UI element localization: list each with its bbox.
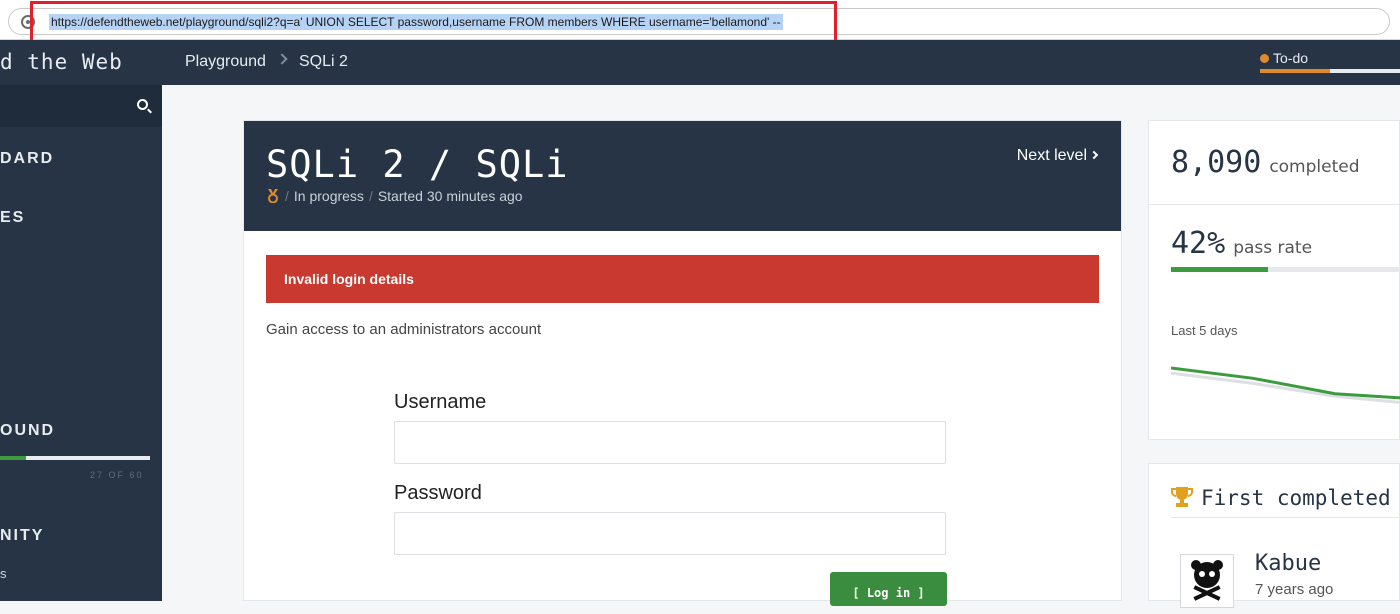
completion-sparkline <box>1171 366 1400 404</box>
error-alert-text: Invalid login details <box>284 271 414 287</box>
skull-avatar-icon <box>1191 560 1223 601</box>
error-alert: Invalid login details <box>266 255 1099 303</box>
pass-rate-bar <box>1171 267 1400 272</box>
trophy-icon <box>1171 487 1193 507</box>
stats-divider <box>1149 204 1400 205</box>
todo-label: To-do <box>1273 50 1309 66</box>
pass-rate-stat: 42% pass rate <box>1171 226 1312 261</box>
search-icon[interactable] <box>137 99 148 110</box>
breadcrumb-current: SQLi 2 <box>299 53 348 70</box>
first-completed-username[interactable]: Kabue <box>1255 551 1321 576</box>
sidebar-link[interactable]: s <box>0 566 7 581</box>
status-text: In progress <box>293 188 364 204</box>
pass-rate-value: 42% <box>1171 226 1226 261</box>
challenge-description: Gain access to an administrators account <box>266 321 542 338</box>
password-field[interactable] <box>394 512 946 555</box>
url-highlight-annotation <box>30 1 837 45</box>
username-label: Username <box>394 391 487 413</box>
completed-label: completed <box>1269 157 1360 177</box>
breadcrumb-playground[interactable]: Playground <box>185 53 266 71</box>
challenge-card: SQLi 2 / SQLi / In progress / Started 30 mi… <box>243 120 1122 606</box>
sidebar-item-articles[interactable]: ES <box>0 209 25 227</box>
username-field[interactable] <box>394 421 946 464</box>
todo-progress-bar <box>1260 69 1400 73</box>
status-separator: / <box>285 188 289 204</box>
playground-progress-bar <box>0 456 150 460</box>
todo-tab[interactable]: To-do <box>1260 50 1308 66</box>
pass-rate-fill <box>1171 267 1268 272</box>
sidebar-item-playground[interactable]: OUND <box>0 422 55 440</box>
todo-progress-fill <box>1260 69 1330 73</box>
avatar[interactable] <box>1180 554 1234 608</box>
sparkline-label: Last 5 days <box>1171 323 1238 338</box>
stats-card: 8,090 completed 42% pass rate Last 5 days <box>1148 120 1400 440</box>
playground-progress-label: 27 OF 60 <box>90 470 144 480</box>
todo-dot-icon <box>1260 54 1269 63</box>
page-title: SQLi 2 / SQLi <box>266 143 569 186</box>
challenge-status: / In progress / Started 30 minutes ago <box>266 188 523 204</box>
first-completed-title: First completed <box>1171 486 1391 510</box>
breadcrumb-chevron-icon <box>276 53 288 65</box>
first-completed-time: 7 years ago <box>1255 581 1334 598</box>
first-completed-divider <box>1171 517 1400 518</box>
sparkline-series-1 <box>1171 366 1400 400</box>
sparkline-series-0 <box>1171 371 1400 404</box>
password-label: Password <box>394 482 482 504</box>
medal-icon <box>268 189 278 203</box>
challenge-header: SQLi 2 / SQLi / In progress / Started 30 mi… <box>244 121 1121 231</box>
completed-count: 8,090 <box>1171 145 1262 180</box>
status-separator: / <box>368 188 373 204</box>
top-navigation: Playground SQLi 2 To-do <box>162 40 1400 85</box>
chevron-right-icon <box>1089 150 1099 160</box>
sidebar-search[interactable] <box>0 85 162 127</box>
sidebar-item-community[interactable]: NITY <box>0 527 44 545</box>
first-completed-label: First completed <box>1201 486 1391 510</box>
next-level-link[interactable]: Next level <box>1016 147 1099 165</box>
site-logo[interactable]: d the Web <box>0 50 123 74</box>
first-completed-card: First completed Kabue 7 years ago <box>1148 463 1400 608</box>
sidebar: d the Web DARD ES OUND 27 OF 60 NITY s <box>0 40 162 601</box>
sidebar-item-dashboard[interactable]: DARD <box>0 150 54 168</box>
completed-stat: 8,090 completed <box>1171 145 1360 180</box>
pass-rate-label: pass rate <box>1233 238 1313 258</box>
playground-progress-fill <box>0 456 26 460</box>
next-level-label: Next level <box>1016 147 1087 164</box>
started-text: Started 30 minutes ago <box>377 188 523 204</box>
browser-toolbar: https://defendtheweb.net/playground/sqli… <box>0 0 1400 45</box>
